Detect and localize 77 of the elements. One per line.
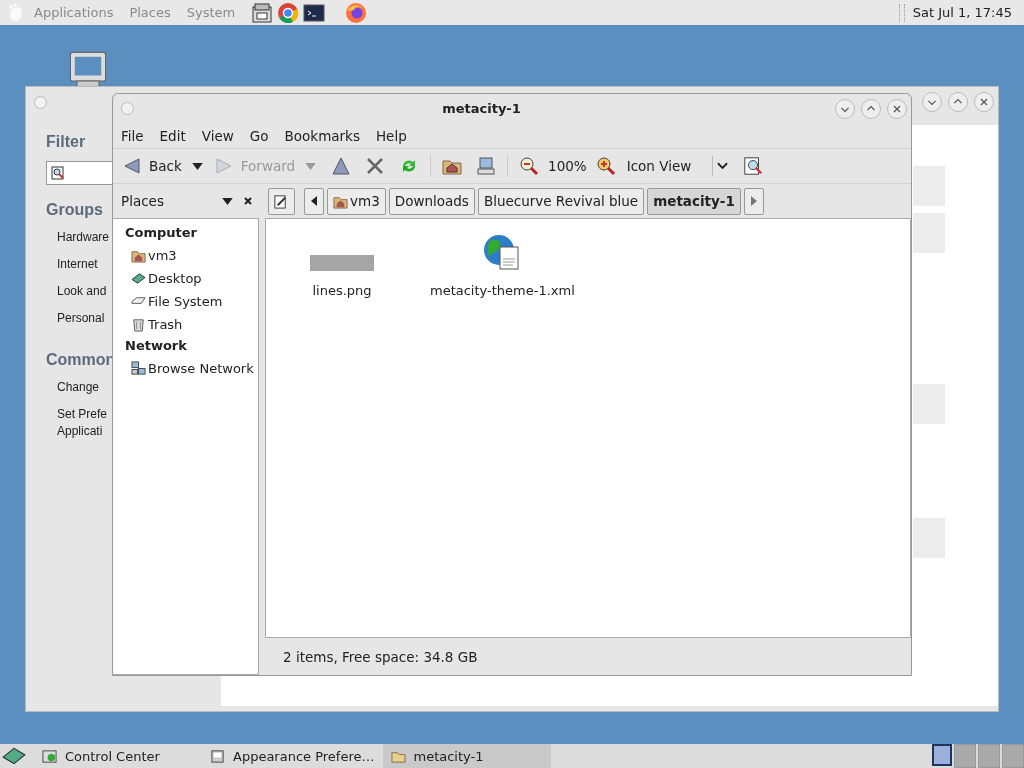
home-folder-icon: [131, 248, 146, 263]
browser-icon[interactable]: [345, 1, 368, 24]
window-icon: [210, 748, 225, 764]
task-link[interactable]: Set Prefe: [57, 406, 108, 423]
sidebar-title: Places: [121, 193, 165, 209]
path-button[interactable]: Bluecurve Revival blue: [477, 187, 645, 215]
close-icon[interactable]: [243, 196, 253, 206]
task-link[interactable]: Change: [57, 379, 100, 396]
search-field[interactable]: [46, 161, 112, 185]
menu-item[interactable]: Bookmarks: [284, 127, 360, 144]
forward-arrow-icon: [214, 157, 233, 175]
computer-icon[interactable]: [476, 156, 497, 176]
trash-icon: [131, 317, 146, 332]
up-icon[interactable]: [331, 156, 352, 176]
caret-icon[interactable]: [191, 162, 203, 170]
scroll-right-button[interactable]: [743, 187, 764, 215]
image-thumbnail[interactable]: [310, 255, 374, 271]
path-button[interactable]: metacity-1: [647, 187, 741, 215]
close-icon: [978, 96, 990, 108]
status-text: 2 items, Free space: 34.8 GB: [283, 648, 478, 665]
menu-item[interactable]: View: [201, 127, 234, 144]
back-arrow-icon: [123, 157, 141, 175]
file-cabinet-icon[interactable]: [251, 1, 274, 24]
workspace-button[interactable]: [932, 744, 952, 766]
clock[interactable]: Sat Jul 1, 17:45: [912, 5, 1012, 20]
window-title: metacity-1: [441, 101, 522, 116]
path-button[interactable]: Downloads: [388, 187, 475, 215]
section-heading: Groups: [46, 201, 103, 219]
caret-icon[interactable]: [716, 162, 728, 170]
section-heading: Computer: [125, 225, 199, 240]
pencil-note-icon: [273, 193, 288, 209]
place-item[interactable]: Desktop: [125, 267, 258, 290]
edit-location-button[interactable]: [268, 187, 295, 215]
section-heading: Filter: [46, 133, 86, 151]
file-name[interactable]: metacity-theme-1.xml: [430, 283, 575, 298]
taskbar-button[interactable]: metacity-1: [382, 744, 551, 768]
caret-icon[interactable]: [222, 197, 233, 205]
network-icon: [131, 361, 146, 376]
desktop-icon[interactable]: [2, 746, 26, 766]
taskbar-button[interactable]: Appearance Prefere…: [202, 744, 383, 768]
zoom-out-icon[interactable]: [519, 156, 540, 176]
close-button[interactable]: [887, 98, 907, 119]
search-icon[interactable]: [742, 156, 763, 176]
menu-item[interactable]: File: [121, 127, 144, 144]
place-item[interactable]: Browse Network: [125, 357, 258, 380]
section-heading: Network: [125, 338, 188, 353]
task-link[interactable]: Applicati: [57, 423, 103, 440]
zoom-in-icon[interactable]: [595, 156, 616, 176]
desktop-icon: [131, 271, 146, 286]
place-item[interactable]: vm3: [125, 244, 258, 267]
group-item[interactable]: Personal: [57, 310, 105, 327]
file-name[interactable]: lines.png: [312, 283, 372, 298]
group-item[interactable]: Hardware: [57, 229, 110, 246]
right-arrow-icon: [750, 196, 757, 206]
group-item[interactable]: Internet: [57, 256, 98, 273]
minimize-button[interactable]: [835, 98, 855, 119]
zoom-level[interactable]: 100%: [548, 158, 587, 174]
minimize-button[interactable]: [922, 92, 942, 112]
scroll-left-button[interactable]: [304, 187, 324, 215]
place-item[interactable]: File System: [125, 290, 258, 313]
menu-item[interactable]: Go: [249, 127, 269, 144]
place-item[interactable]: Trash: [125, 313, 258, 336]
path-button[interactable]: vm3: [327, 187, 386, 215]
menu-item[interactable]: Help: [375, 127, 407, 144]
terminal-icon[interactable]: [303, 1, 326, 24]
taskbar-button[interactable]: Control Center: [34, 744, 202, 768]
back-button[interactable]: Back: [119, 157, 186, 175]
close-button[interactable]: [974, 92, 994, 112]
stop-icon[interactable]: [365, 156, 386, 176]
view-dropdown[interactable]: Icon View: [622, 156, 713, 176]
search-icon: [51, 166, 65, 180]
menu-item[interactable]: Edit: [159, 127, 186, 144]
maximize-button[interactable]: [948, 92, 968, 112]
left-arrow-icon: [311, 196, 317, 206]
browser-icon[interactable]: [277, 1, 300, 24]
maximize-button[interactable]: [861, 98, 881, 119]
group-item[interactable]: Look and: [57, 283, 107, 300]
